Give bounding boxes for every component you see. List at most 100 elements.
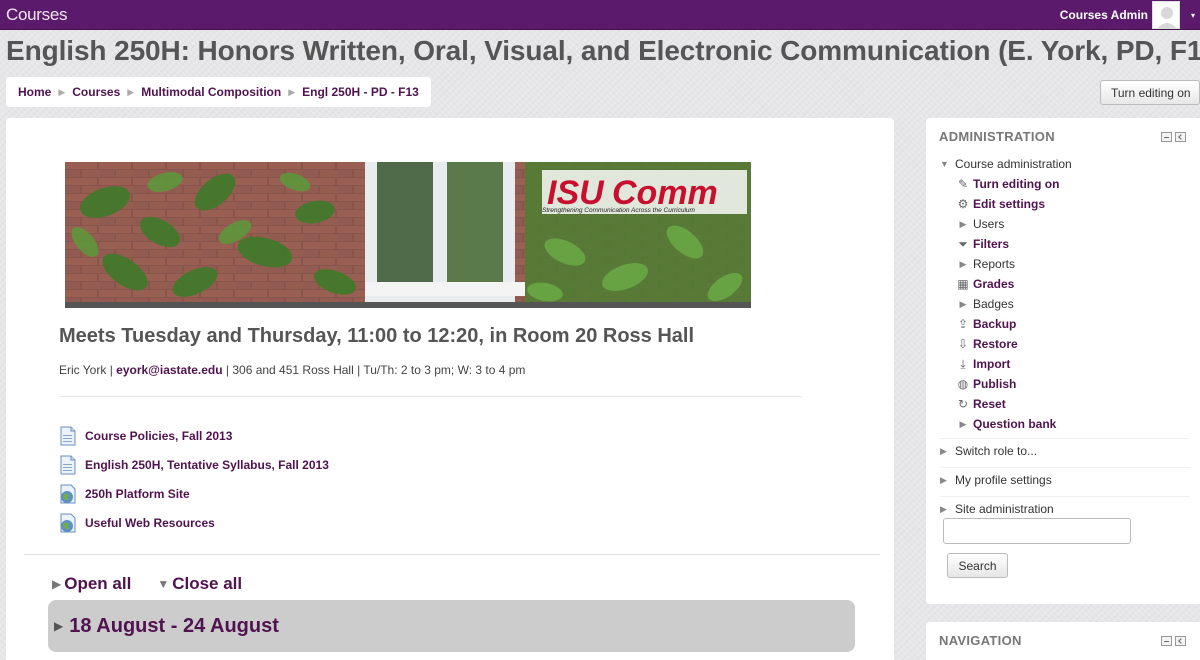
dock-block-icon[interactable] <box>1175 132 1186 142</box>
expanded-arrow-icon: ▼ <box>157 577 170 591</box>
resource-link[interactable]: Useful Web Resources <box>85 516 215 530</box>
open-all-label: Open all <box>64 574 132 593</box>
admin-item-label[interactable]: Grades <box>973 277 1014 291</box>
admin-item-edit-settings[interactable]: ⚙ Edit settings <box>940 194 1190 214</box>
list-item[interactable]: English 250H, Tentative Syllabus, Fall 2… <box>59 450 329 479</box>
admin-item-import[interactable]: ⤓ Import <box>940 354 1190 374</box>
breadcrumb-courses[interactable]: Courses <box>72 85 120 99</box>
tree-node-label: Switch role to... <box>955 444 1038 458</box>
admin-item-publish[interactable]: ◍ Publish <box>940 374 1190 394</box>
gear-icon: ⚙ <box>957 197 969 211</box>
admin-item-badges[interactable]: ▶ Badges <box>940 294 1190 314</box>
expanded-arrow-icon: ▼ <box>940 159 949 169</box>
reset-icon: ↻ <box>957 397 969 411</box>
week-section-title: 18 August - 24 August <box>69 614 279 637</box>
minimize-block-icon[interactable] <box>1161 636 1172 646</box>
tree-node-course-administration[interactable]: ▼ Course administration <box>940 154 1190 174</box>
admin-item-label[interactable]: Backup <box>973 317 1016 331</box>
user-avatar[interactable] <box>1152 1 1180 29</box>
turn-editing-on-button[interactable]: Turn editing on <box>1100 80 1200 105</box>
divider <box>59 396 802 397</box>
admin-item-label[interactable]: Publish <box>973 377 1016 391</box>
admin-item-filters[interactable]: ⏷ Filters <box>940 234 1190 254</box>
admin-item-label[interactable]: Import <box>973 357 1010 371</box>
expand-arrow-icon: ▶ <box>959 418 967 429</box>
admin-item-label: Badges <box>973 297 1014 311</box>
admin-item-question-bank[interactable]: ▶ Question bank <box>940 414 1190 434</box>
backup-icon: ⇪ <box>957 317 969 331</box>
admin-item-reports[interactable]: ▶ Reports <box>940 254 1190 274</box>
breadcrumb-separator-icon: ▶ <box>58 86 66 97</box>
expand-arrow-icon: ▶ <box>959 218 967 229</box>
admin-item-label: Users <box>973 217 1005 231</box>
course-banner-image: ISU Comm Strengthening Communication Acr… <box>65 162 751 308</box>
office-hours: | 306 and 451 Ross Hall | Tu/Th: 2 to 3 … <box>222 363 526 377</box>
instructor-contact: Eric York | eyork@iastate.edu | 306 and … <box>59 363 525 377</box>
navigation-block: NAVIGATION <box>926 622 1200 660</box>
import-icon: ⤓ <box>960 356 966 371</box>
tree-node-switch-role[interactable]: ▶ Switch role to... <box>940 439 1190 463</box>
navigation-block-title: NAVIGATION <box>939 633 1022 648</box>
admin-item-label[interactable]: Restore <box>973 337 1018 351</box>
web-link-icon <box>59 484 77 504</box>
breadcrumb-category[interactable]: Multimodal Composition <box>141 85 281 99</box>
list-item[interactable]: 250h Platform Site <box>59 479 329 508</box>
tree-node-label: My profile settings <box>955 473 1052 487</box>
user-menu-caret-icon[interactable]: ▾ <box>1191 11 1195 20</box>
resource-link[interactable]: Course Policies, Fall 2013 <box>85 429 232 443</box>
document-icon <box>59 455 77 475</box>
divider <box>24 554 880 555</box>
close-all-link[interactable]: ▼ Close all <box>157 574 242 594</box>
expand-arrow-icon: ▶ <box>940 474 947 485</box>
administration-block: ADMINISTRATION ▼ Course administration ✎… <box>926 118 1200 604</box>
admin-search-button[interactable]: Search <box>947 553 1008 578</box>
admin-item-grades[interactable]: ▦ Grades <box>940 274 1190 294</box>
brand-link[interactable]: Courses <box>6 5 68 25</box>
breadcrumb-home[interactable]: Home <box>18 85 51 99</box>
administration-block-title: ADMINISTRATION <box>939 129 1055 144</box>
open-all-link[interactable]: ▶ Open all <box>52 574 131 594</box>
collapsed-arrow-icon: ▶ <box>52 577 62 591</box>
admin-item-backup[interactable]: ⇪ Backup <box>940 314 1190 334</box>
list-item[interactable]: Useful Web Resources <box>59 508 329 537</box>
admin-search-input[interactable] <box>943 518 1131 544</box>
tree-node-profile-settings[interactable]: ▶ My profile settings <box>940 468 1190 492</box>
grades-icon: ▦ <box>957 277 969 291</box>
list-item[interactable]: Course Policies, Fall 2013 <box>59 421 329 450</box>
restore-icon: ⇩ <box>957 337 969 351</box>
breadcrumb-separator-icon: ▶ <box>288 86 296 97</box>
admin-item-restore[interactable]: ⇩ Restore <box>940 334 1190 354</box>
tree-node-label: Site administration <box>955 502 1054 516</box>
admin-item-label[interactable]: Reset <box>973 397 1006 411</box>
admin-item-label: Reports <box>973 257 1016 271</box>
admin-item-label[interactable]: Question bank <box>973 417 1056 431</box>
administration-tree: ▼ Course administration ✎ Turn editing o… <box>940 154 1190 521</box>
resource-link[interactable]: English 250H, Tentative Syllabus, Fall 2… <box>85 458 329 472</box>
document-icon <box>59 426 77 446</box>
instructor-email-link[interactable]: eyork@iastate.edu <box>116 363 222 377</box>
instructor-name: Eric York | <box>59 363 117 377</box>
admin-item-label[interactable]: Turn editing on <box>973 177 1059 191</box>
course-meeting-info: Meets Tuesday and Thursday, 11:00 to 12:… <box>59 325 695 347</box>
admin-item-label[interactable]: Edit settings <box>973 197 1045 211</box>
course-main-region: ISU Comm Strengthening Communication Acr… <box>6 118 894 660</box>
resource-link[interactable]: 250h Platform Site <box>85 487 190 501</box>
breadcrumb-separator-icon: ▶ <box>127 86 135 97</box>
admin-item-turn-editing[interactable]: ✎ Turn editing on <box>940 174 1190 194</box>
page-title: English 250H: Honors Written, Oral, Visu… <box>6 35 1200 66</box>
globe-icon: ◍ <box>957 377 969 391</box>
expand-arrow-icon: ▶ <box>940 445 947 456</box>
admin-item-label[interactable]: Filters <box>973 237 1009 251</box>
admin-item-users[interactable]: ▶ Users <box>940 214 1190 234</box>
breadcrumb: Home ▶ Courses ▶ Multimodal Composition … <box>6 77 431 107</box>
resource-list: Course Policies, Fall 2013 English 250H,… <box>59 421 329 537</box>
section-toggles: ▶ Open all ▼ Close all <box>52 574 268 594</box>
breadcrumb-course[interactable]: Engl 250H - PD - F13 <box>302 85 419 99</box>
week-section-header[interactable]: ▶ 18 August - 24 August <box>48 600 855 652</box>
user-menu-name[interactable]: Courses Admin <box>1060 8 1148 22</box>
admin-item-reset[interactable]: ↻ Reset <box>940 394 1190 414</box>
dock-block-icon[interactable] <box>1175 636 1186 646</box>
expand-arrow-icon: ▶ <box>940 503 947 514</box>
minimize-block-icon[interactable] <box>1161 132 1172 142</box>
top-navbar: Courses Courses Admin ▾ <box>0 0 1200 30</box>
